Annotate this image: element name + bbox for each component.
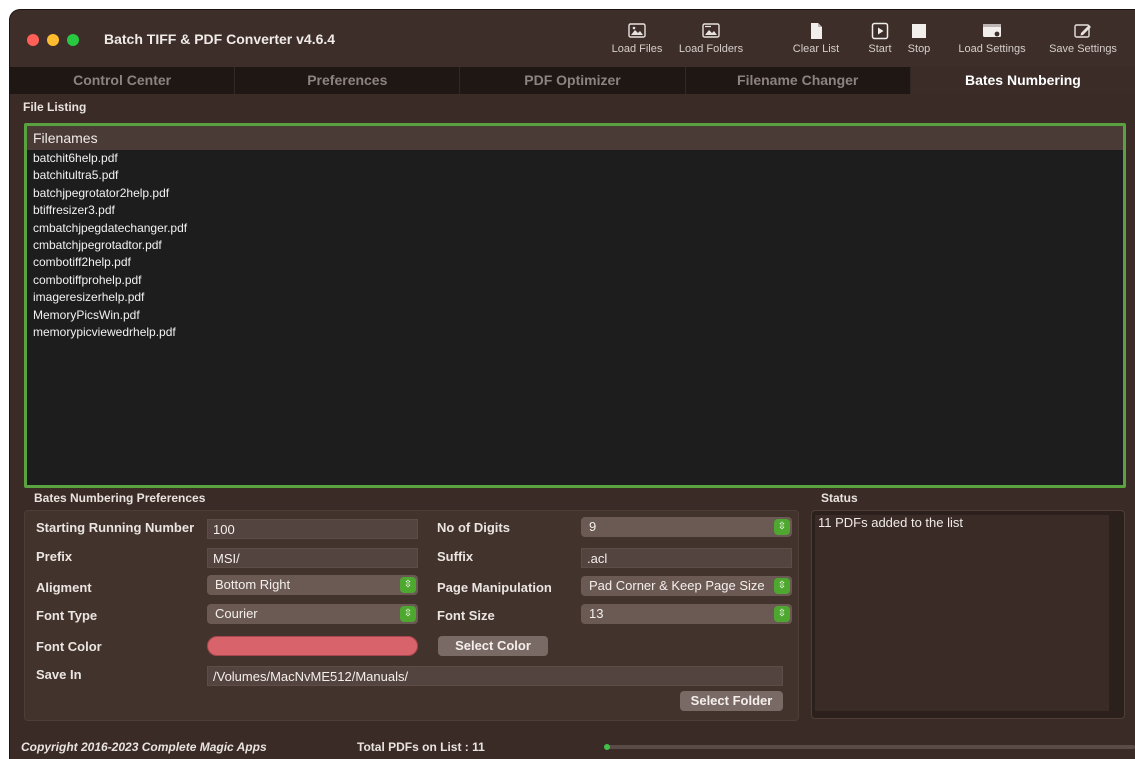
clear-list-label: Clear List (792, 43, 840, 55)
filenames-column-header[interactable]: Filenames (27, 126, 1123, 150)
list-item[interactable]: cmbatchjpegdatechanger.pdf (27, 220, 1123, 237)
starting-number-field[interactable]: 100 (207, 519, 418, 539)
font-size-select[interactable]: 13 ⇳ (581, 604, 792, 624)
font-type-value: Courier (215, 606, 258, 621)
load-settings-button[interactable]: Load Settings (954, 22, 1030, 62)
load-files-button[interactable]: Load Files (606, 22, 668, 62)
save-in-label: Save In (36, 667, 82, 682)
load-settings-label: Load Settings (958, 43, 1026, 55)
window-settings-icon (983, 24, 1001, 37)
prefix-field[interactable]: MSI/ (207, 548, 418, 568)
list-item[interactable]: batchit6help.pdf (27, 150, 1123, 167)
list-item[interactable]: imageresizerhelp.pdf (27, 289, 1123, 306)
list-item[interactable]: combotiffprohelp.pdf (27, 272, 1123, 289)
suffix-label: Suffix (437, 549, 474, 564)
save-settings-button[interactable]: Save Settings (1044, 22, 1122, 62)
minimize-window-button[interactable] (47, 34, 59, 46)
file-list[interactable]: Filenames batchit6help.pdf batchitultra5… (24, 123, 1126, 488)
font-size-label: Font Size (437, 608, 495, 623)
digits-label: No of Digits (437, 520, 510, 535)
tab-preferences[interactable]: Preferences (235, 67, 461, 94)
tab-bates-numbering[interactable]: Bates Numbering (910, 67, 1135, 94)
font-type-label: Font Type (36, 608, 98, 623)
bates-preferences-panel: Starting Running Number 100 No of Digits… (24, 510, 799, 721)
zoom-window-button[interactable] (67, 34, 79, 46)
list-item[interactable]: combotiff2help.pdf (27, 254, 1123, 271)
file-listing-label: File Listing (23, 100, 87, 114)
digits-select[interactable]: 9 ⇳ (581, 517, 792, 537)
load-folders-button[interactable]: Load Folders (675, 22, 747, 62)
chevron-updown-icon: ⇳ (774, 519, 790, 535)
status-text: 11 PDFs added to the list (815, 515, 1109, 711)
save-settings-label: Save Settings (1049, 43, 1117, 55)
list-item[interactable]: cmbatchjpegrotadtor.pdf (27, 237, 1123, 254)
status-panel: 11 PDFs added to the list (811, 510, 1125, 719)
tab-bar: Control Center Preferences PDF Optimizer… (10, 67, 1135, 94)
page-manipulation-value: Pad Corner & Keep Page Size (589, 578, 765, 593)
page-manipulation-label: Page Manipulation (437, 580, 552, 595)
tab-control-center[interactable]: Control Center (10, 67, 236, 94)
edit-icon (1074, 24, 1091, 38)
list-item[interactable]: batchitultra5.pdf (27, 167, 1123, 184)
chevron-updown-icon: ⇳ (774, 578, 790, 594)
alignment-value: Bottom Right (215, 577, 291, 592)
save-in-field[interactable]: /Volumes/MacNvME512/Manuals/ (207, 666, 783, 686)
list-item[interactable]: btiffresizer3.pdf (27, 202, 1123, 219)
chevron-updown-icon: ⇳ (400, 606, 416, 622)
alignment-label: Aligment (36, 580, 92, 595)
start-button[interactable]: Start (862, 22, 898, 62)
page-manipulation-select[interactable]: Pad Corner & Keep Page Size ⇳ (581, 576, 792, 596)
window-title: Batch TIFF & PDF Converter v4.6.4 (104, 31, 336, 47)
font-color-label: Font Color (36, 639, 102, 654)
font-color-swatch[interactable] (207, 636, 418, 656)
stop-button[interactable]: Stop (903, 22, 935, 62)
load-files-label: Load Files (611, 43, 663, 55)
document-icon (811, 23, 822, 39)
list-item[interactable]: MemoryPicsWin.pdf (27, 307, 1123, 324)
suffix-field[interactable]: .acl (581, 548, 792, 568)
status-label: Status (821, 491, 858, 505)
alignment-select[interactable]: Bottom Right ⇳ (207, 575, 418, 595)
list-item[interactable]: batchjpegrotator2help.pdf (27, 185, 1123, 202)
prefix-label: Prefix (36, 549, 73, 564)
bates-preferences-label: Bates Numbering Preferences (34, 491, 206, 505)
chevron-updown-icon: ⇳ (400, 577, 416, 593)
close-window-button[interactable] (27, 34, 39, 46)
font-size-value: 13 (589, 606, 604, 621)
progress-indicator (604, 744, 610, 750)
progress-bar (604, 744, 1135, 750)
title-bar: Batch TIFF & PDF Converter v4.6.4 Load F… (10, 10, 1135, 67)
chevron-updown-icon: ⇳ (774, 606, 790, 622)
load-folders-label: Load Folders (678, 43, 744, 55)
image-icon (628, 23, 646, 38)
tab-filename-changer[interactable]: Filename Changer (686, 67, 911, 94)
play-icon (871, 22, 889, 40)
font-type-select[interactable]: Courier ⇳ (207, 604, 418, 624)
app-window: Batch TIFF & PDF Converter v4.6.4 Load F… (10, 10, 1135, 759)
start-label: Start (868, 43, 892, 55)
clear-list-button[interactable]: Clear List (786, 22, 846, 62)
status-scrollbar[interactable] (1111, 515, 1120, 711)
tab-pdf-optimizer[interactable]: PDF Optimizer (460, 67, 686, 94)
stop-icon (912, 24, 926, 38)
select-color-button[interactable]: Select Color (438, 636, 548, 656)
stop-label: Stop (907, 43, 931, 55)
total-pdfs-text: Total PDFs on List : 11 (357, 740, 485, 754)
starting-number-label: Starting Running Number (36, 520, 195, 535)
digits-value: 9 (589, 519, 597, 534)
copyright-text: Copyright 2016-2023 Complete Magic Apps (21, 740, 267, 754)
folder-image-icon (702, 23, 720, 38)
list-item[interactable]: memorypicviewedrhelp.pdf (27, 324, 1123, 341)
select-folder-button[interactable]: Select Folder (680, 691, 783, 711)
